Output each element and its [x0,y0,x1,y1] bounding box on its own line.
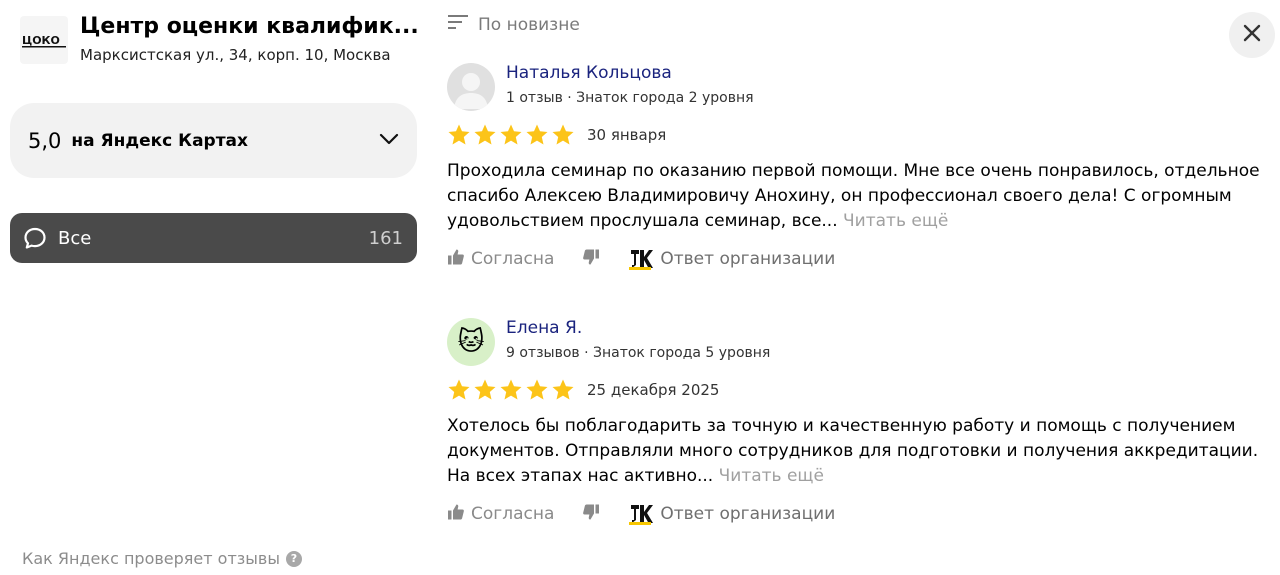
review-text: Проходила семинар по оказанию первой пом… [447,159,1267,234]
star-icon [500,379,522,400]
review-actions: Согласна Ответ организации [447,500,835,528]
avatar[interactable]: 🐱 [447,318,495,366]
star-icon [474,124,496,145]
org-reply-label: Ответ организации [660,249,836,269]
dislike-button[interactable] [582,248,600,271]
rating-summary[interactable]: 5,0 на Яндекс Картах [10,103,417,178]
question-icon: ? [285,550,302,567]
close-button[interactable] [1229,12,1275,58]
review-date: 30 января [587,126,667,144]
verify-reviews-label: Как Яндекс проверяет отзывы [22,549,280,568]
star-icon [526,379,548,400]
default-avatar-icon [454,73,488,109]
agree-label: Согласна [471,249,555,269]
star-icon [448,124,470,145]
review-body: Хотелось бы поблагодарить за точную и ка… [447,416,1259,486]
review-text: Хотелось бы поблагодарить за точную и ка… [447,414,1267,489]
review-card: Наталья Кольцова 1 отзыв · Знаток города… [447,63,1267,283]
organization-title[interactable]: Центр оценки квалифик... [80,14,420,39]
logo-text: ЦОКО [22,34,60,47]
sort-button[interactable]: По новизне [448,14,580,35]
close-icon [1242,23,1262,47]
avatar[interactable] [447,63,495,111]
star-icon [448,379,470,400]
review-rating-stars [447,378,575,402]
read-more-link[interactable]: Читать ещё [719,466,824,486]
org-reply-button[interactable]: Ответ организации [626,500,835,528]
review-author-meta: 9 отзывов · Знаток города 5 уровня [506,345,771,361]
review-author[interactable]: Елена Я. [506,318,582,338]
star-icon [526,124,548,145]
org-reply-label: Ответ организации [660,504,836,524]
thumbs-up-icon [447,503,465,526]
filter-all-button[interactable]: Все 161 [10,213,417,263]
agree-label: Согласна [471,504,555,524]
read-more-link[interactable]: Читать ещё [843,211,948,231]
chevron-down-icon [379,131,399,150]
filter-all-label: Все [58,227,92,249]
review-actions: Согласна Ответ организации [447,245,835,273]
cat-face-icon: 🐱 [457,327,485,357]
logo-mark: ЦОКО [22,34,66,48]
star-icon [474,379,496,400]
star-icon [552,379,574,400]
star-icon [552,124,574,145]
thumbs-down-icon [582,248,600,271]
review-card: 🐱 Елена Я. 9 отзывов · Знаток города 5 у… [447,318,1267,538]
dislike-button[interactable] [582,503,600,526]
thumbs-up-icon [447,248,465,271]
review-date: 25 декабря 2025 [587,381,720,399]
agree-button[interactable]: Согласна [447,248,554,271]
filter-all-count: 161 [368,227,403,249]
review-author-meta: 1 отзыв · Знаток города 2 уровня [506,90,754,106]
verify-reviews-link[interactable]: Как Яндекс проверяет отзывы ? [22,549,302,568]
sort-icon [448,14,470,35]
thumbs-down-icon [582,503,600,526]
comment-icon [22,225,48,251]
organization-logo: ЦОКО [20,16,68,64]
review-author[interactable]: Наталья Кольцова [506,63,672,83]
agree-button[interactable]: Согласна [447,503,554,526]
org-reply-button[interactable]: Ответ организации [626,245,835,273]
rating-value: 5,0 [28,128,62,153]
review-rating-stars [447,123,575,147]
rating-source: на Яндекс Картах [71,130,248,151]
organization-reply-logo-icon [627,501,654,527]
star-icon [500,124,522,145]
organization-address: Марксистская ул., 34, корп. 10, Москва [80,46,391,64]
sort-label: По новизне [478,14,580,35]
organization-reply-logo-icon [627,246,654,272]
